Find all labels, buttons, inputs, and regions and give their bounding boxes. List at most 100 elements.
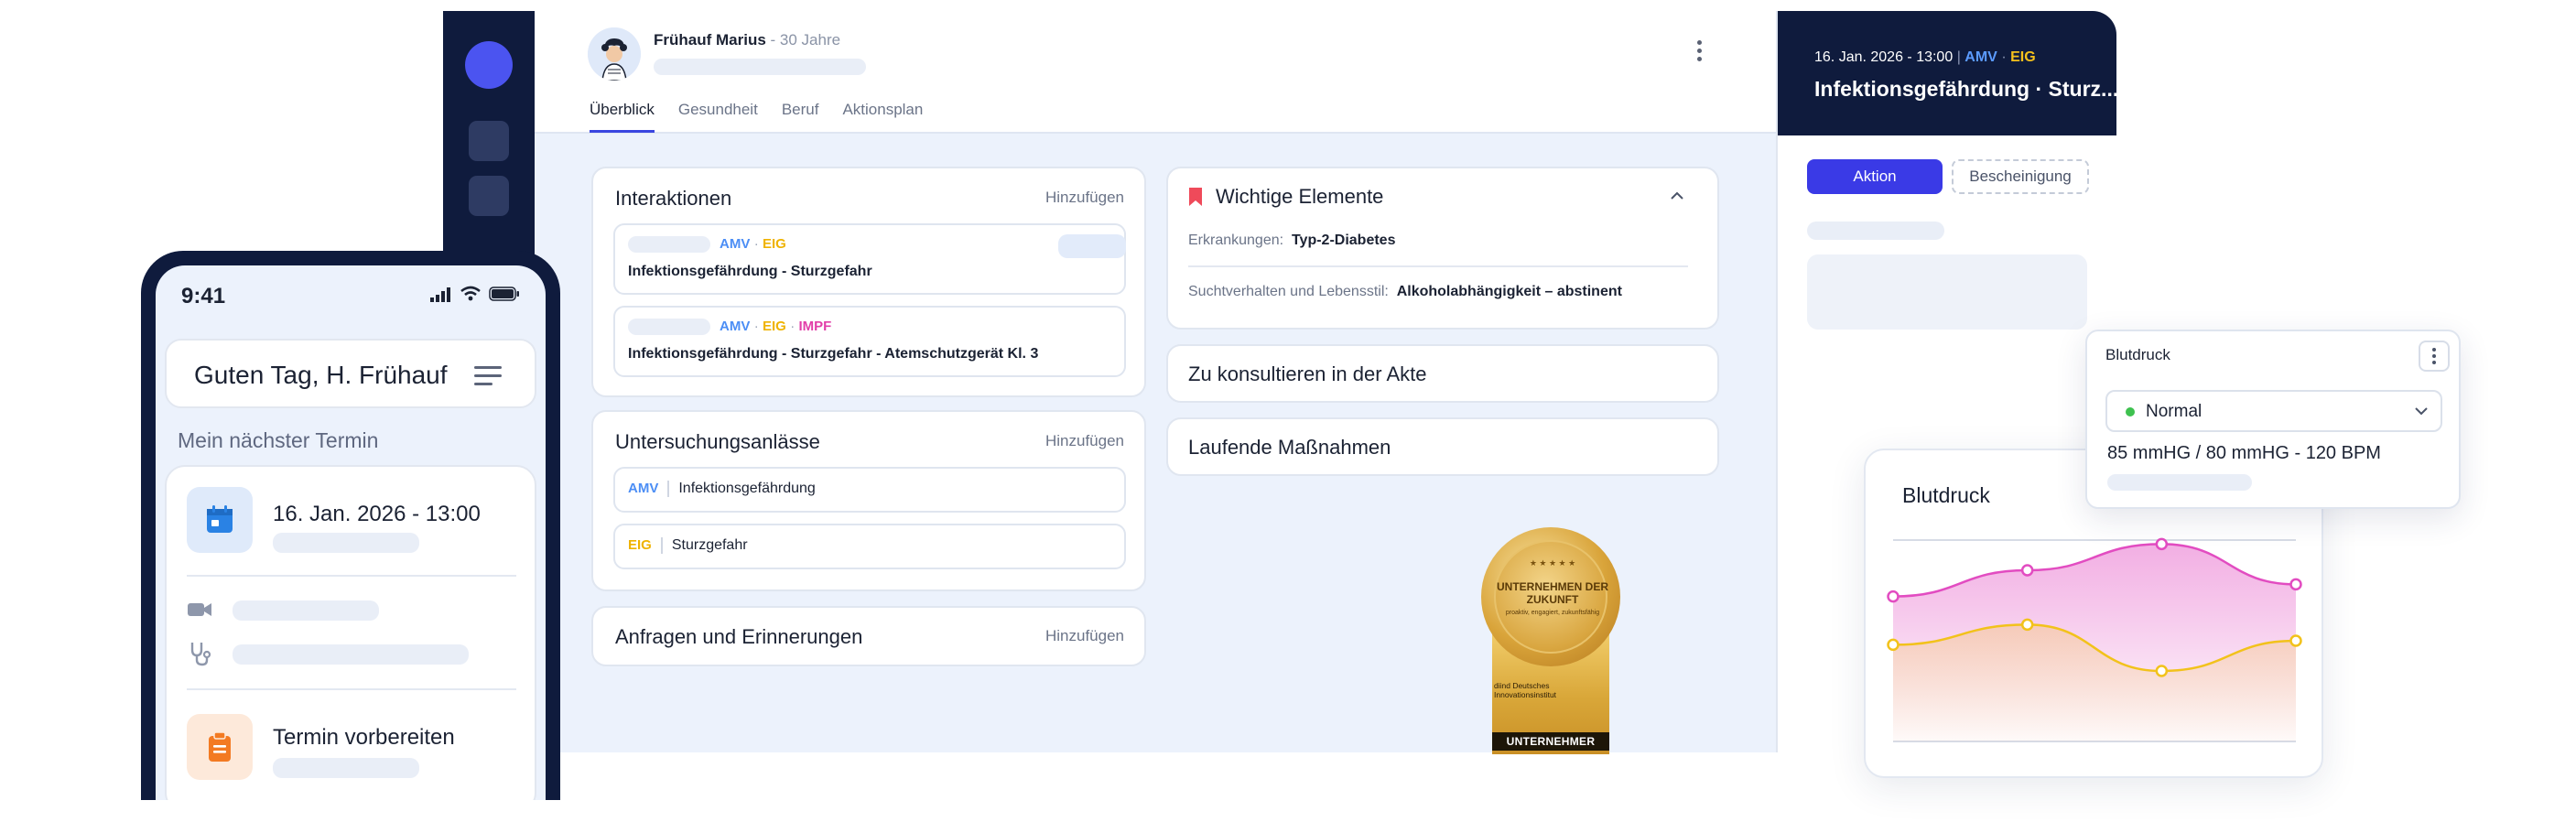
patient-header: Frühauf Marius - 30 Jahre Überblick Gesu… bbox=[535, 11, 1798, 134]
placeholder-bar bbox=[273, 758, 419, 778]
badge-title: UNTERNEHMEN DER ZUKUNFT bbox=[1496, 580, 1608, 606]
tab-beruf[interactable]: Beruf bbox=[782, 101, 819, 133]
divider bbox=[187, 688, 516, 690]
add-anfrage-button[interactable]: Hinzufügen bbox=[1045, 627, 1124, 645]
clipboard-icon bbox=[187, 714, 253, 780]
data-point[interactable] bbox=[2289, 578, 2302, 591]
badge-footer: UNTERNEHMER bbox=[1492, 732, 1609, 751]
video-icon bbox=[187, 600, 212, 619]
menu-icon[interactable] bbox=[474, 366, 502, 391]
bescheinigung-button[interactable]: Bescheinigung bbox=[1952, 159, 2089, 194]
appointment-date: 16. Jan. 2026 - 13:00 bbox=[1814, 49, 1954, 65]
sidebar-nav-item[interactable] bbox=[469, 176, 509, 216]
untersuchungsanlaesse-card: Untersuchungsanlässe Hinzufügen AMV Infek… bbox=[591, 410, 1146, 591]
more-options-icon[interactable] bbox=[2419, 341, 2450, 372]
placeholder-block bbox=[1807, 254, 2087, 330]
divider bbox=[1188, 265, 1688, 267]
signal-icon bbox=[430, 287, 452, 302]
greeting-text: Guten Tag, H. Frühauf bbox=[194, 361, 448, 389]
data-point[interactable] bbox=[1887, 638, 1900, 652]
phone-screen: 9:41 Guten Tag, H. Frühauf Mein nächster… bbox=[156, 265, 546, 800]
placeholder-pill bbox=[1058, 234, 1126, 258]
tag-amv: AMV bbox=[628, 481, 659, 497]
bookmark-icon bbox=[1188, 187, 1203, 207]
data-point[interactable] bbox=[1887, 589, 1900, 603]
info-row: Suchtverhalten und Lebensstil: Alkoholab… bbox=[1188, 284, 1622, 300]
list-item[interactable]: AMV Infektionsgefährdung bbox=[613, 467, 1126, 513]
tag-amv: AMV bbox=[720, 236, 751, 252]
tag-impf: IMPF bbox=[798, 319, 832, 334]
item-text: Sturzgefahr bbox=[671, 537, 748, 554]
status-select[interactable]: Normal bbox=[2105, 390, 2442, 432]
chevron-up-icon[interactable] bbox=[1668, 189, 1686, 203]
tag-eig: EIG bbox=[762, 236, 786, 252]
tag-amv: AMV bbox=[720, 319, 751, 334]
appointment-date: 16. Jan. 2026 - 13:00 bbox=[273, 502, 481, 526]
battery-icon bbox=[489, 287, 520, 301]
card-title: Untersuchungsanlässe bbox=[615, 430, 820, 453]
badge-subtitle: proaktiv, engagiert, zukunftsfähig bbox=[1505, 610, 1600, 616]
data-point[interactable] bbox=[2155, 665, 2169, 677]
data-point[interactable] bbox=[2289, 634, 2302, 647]
appointment-card[interactable]: 16. Jan. 2026 - 13:00 Termin vorbereiten bbox=[165, 465, 536, 800]
chevron-down-icon bbox=[2413, 405, 2430, 417]
card-title: Anfragen und Erinnerungen bbox=[615, 625, 863, 648]
panel-header: 16. Jan. 2026 - 13:00 | AMV · EIG Infekt… bbox=[1778, 11, 2119, 135]
card-title: Zu konsultieren in der Akte bbox=[1188, 362, 1427, 385]
placeholder-bar bbox=[628, 236, 710, 253]
next-appointment-label: Mein nächster Termin bbox=[178, 428, 379, 452]
tag-eig: EIG bbox=[628, 537, 652, 554]
aktion-button[interactable]: Aktion bbox=[1807, 159, 1943, 194]
tag-row: AMV · EIG · IMPF bbox=[720, 319, 832, 334]
tab-aktionsplan[interactable]: Aktionsplan bbox=[842, 101, 923, 133]
data-point[interactable] bbox=[2020, 564, 2034, 577]
bp-reading: 85 mmHG / 80 mmHG - 120 BPM bbox=[2107, 443, 2381, 463]
placeholder-bar bbox=[2107, 474, 2252, 491]
list-item[interactable]: AMV · EIG · IMPF Infektionsgefährdung - … bbox=[613, 306, 1126, 377]
popup-title: Blutdruck bbox=[2105, 346, 2170, 363]
tab-bar: Überblick Gesundheit Beruf Aktionsplan bbox=[590, 101, 923, 133]
stars-icon: ★ ★ ★ ★ ★ bbox=[1529, 558, 1576, 568]
appointment-date-row: 16. Jan. 2026 - 13:00 | AMV · EIG bbox=[1814, 49, 2036, 65]
list-item[interactable]: AMV · EIG Infektionsgefährdung - Sturzge… bbox=[613, 223, 1126, 295]
placeholder-bar bbox=[233, 644, 469, 665]
list-item[interactable]: EIG Sturzgefahr bbox=[613, 524, 1126, 569]
logo-icon[interactable] bbox=[465, 41, 513, 89]
calendar-icon bbox=[187, 487, 253, 553]
massnahmen-card[interactable]: Laufende Maßnahmen bbox=[1166, 417, 1719, 476]
add-untersuchung-button[interactable]: Hinzufügen bbox=[1045, 432, 1124, 450]
info-value: Typ-2-Diabetes bbox=[1291, 233, 1396, 248]
more-options-icon[interactable] bbox=[1688, 35, 1710, 66]
patient-name: Frühauf Marius - 30 Jahre bbox=[654, 31, 840, 49]
card-title: Wichtige Elemente bbox=[1216, 185, 1384, 208]
anfragen-card[interactable]: Anfragen und Erinnerungen Hinzufügen bbox=[591, 606, 1146, 666]
tag-row: AMV · EIG bbox=[720, 236, 786, 252]
greeting-card: Guten Tag, H. Frühauf bbox=[165, 339, 536, 408]
add-interaktion-button[interactable]: Hinzufügen bbox=[1045, 189, 1124, 207]
placeholder-bar bbox=[273, 533, 419, 553]
panel-title: Infektionsgefährdung · Sturz... bbox=[1814, 77, 2119, 101]
akte-card[interactable]: Zu konsultieren in der Akte bbox=[1166, 344, 1719, 403]
badge-medal: ★ ★ ★ ★ ★ UNTERNEHMEN DER ZUKUNFT proakt… bbox=[1481, 527, 1620, 666]
avatar[interactable] bbox=[588, 27, 641, 81]
info-label: Suchtverhalten und Lebensstil: bbox=[1188, 284, 1389, 299]
patient-age: - 30 Jahre bbox=[770, 31, 841, 49]
prepare-appointment-text: Termin vorbereiten bbox=[273, 725, 455, 750]
tag-eig: EIG bbox=[762, 319, 786, 334]
phone-frame: 9:41 Guten Tag, H. Frühauf Mein nächster… bbox=[141, 251, 560, 800]
data-point[interactable] bbox=[2155, 537, 2169, 551]
status-dot-icon bbox=[2126, 407, 2135, 416]
tab-gesundheit[interactable]: Gesundheit bbox=[678, 101, 758, 133]
tab-ueberblick[interactable]: Überblick bbox=[590, 101, 655, 133]
info-row: Erkrankungen: Typ-2-Diabetes bbox=[1188, 233, 1395, 249]
item-text: Infektionsgefährdung - Sturzgefahr bbox=[628, 264, 872, 279]
sidebar-nav-item[interactable] bbox=[469, 121, 509, 161]
award-badge: ★ ★ ★ ★ ★ UNTERNEHMEN DER ZUKUNFT proakt… bbox=[1481, 527, 1628, 754]
status-time: 9:41 bbox=[181, 284, 226, 308]
tag-amv: AMV bbox=[1964, 49, 1997, 65]
data-point[interactable] bbox=[2020, 618, 2034, 632]
info-label: Erkrankungen: bbox=[1188, 233, 1284, 248]
item-text: Infektionsgefährdung - Sturzgefahr - Ate… bbox=[628, 346, 1039, 362]
wifi-icon bbox=[460, 286, 482, 302]
status-value: Normal bbox=[2146, 402, 2203, 421]
